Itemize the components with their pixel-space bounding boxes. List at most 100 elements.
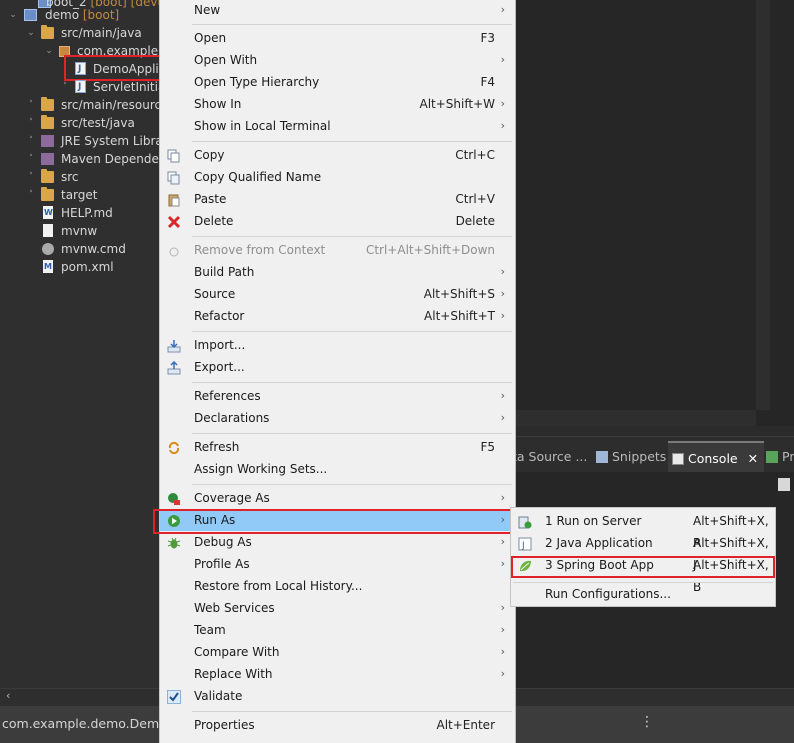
tree-item-target[interactable]: ˃ target [0,186,162,204]
menu-separator [192,711,512,712]
folder-icon [41,187,54,201]
horizontal-scrollbar[interactable] [516,410,756,426]
menu-item-label: Properties [194,718,255,732]
submenu-arrow-icon: › [500,309,505,322]
menu-item-team[interactable]: Team › [160,619,515,641]
menu-item-validate[interactable]: Validate [160,685,515,707]
menu-item-debug-as[interactable]: Debug As › [160,531,515,553]
menu-separator [192,331,512,332]
menu-item-paste[interactable]: Paste Ctrl+V [160,188,515,210]
menu-item-restore-local-history[interactable]: Restore from Local History... [160,575,515,597]
menu-item-delete[interactable]: Delete Delete [160,210,515,232]
submenu-arrow-icon: › [500,491,505,504]
tree-item-pom-xml[interactable]: pom.xml [0,258,162,276]
collapse-icon[interactable]: ˃ [26,150,36,168]
markdown-file-icon [43,204,53,222]
collapse-icon[interactable]: ˃ [26,186,36,204]
tree-item-maven-dependencies[interactable]: ˃ Maven Dependencies [0,150,162,168]
collapse-icon[interactable]: ˃ [26,132,36,150]
submenu-arrow-icon: › [500,667,505,680]
menu-item-new[interactable]: New › [160,0,515,21]
tree-item-jre-library[interactable]: ˃ JRE System Library [0,132,162,150]
submenu-item-run-configurations[interactable]: Run Configurations... [511,583,775,605]
tree-item-src-main-resources[interactable]: ˃ src/main/resources [0,96,162,114]
tree-item-mvnw[interactable]: mvnw [0,222,162,240]
tree-label: demo [45,8,80,22]
debug-icon [167,535,181,549]
menu-item-compare-with[interactable]: Compare With › [160,641,515,663]
menu-item-remove-from-context[interactable]: Remove from Context Ctrl+Alt+Shift+Down [160,239,515,261]
tab-label: Snippets [612,449,667,464]
menu-item-properties[interactable]: Properties Alt+Enter [160,714,515,736]
tree-item-help-md[interactable]: HELP.md [0,204,162,222]
tree-label: pom.xml [61,260,114,274]
scroll-left-icon[interactable]: ‹ [6,689,10,702]
menu-item-profile-as[interactable]: Profile As › [160,553,515,575]
tree-item-src-test-java[interactable]: ˃ src/test/java [0,114,162,132]
collapse-icon[interactable]: ˃ [60,78,70,96]
menu-item-open[interactable]: Open F3 [160,27,515,49]
tree-item-servlet-initializer[interactable]: ˃ ServletInitializer.java [0,78,162,96]
menu-item-label: References [194,389,261,403]
library-icon [41,153,54,165]
tab-progress[interactable]: Pr [766,447,794,469]
delete-icon [167,214,181,229]
expand-icon[interactable]: ⌄ [26,24,36,42]
tree-label: HELP.md [61,206,113,220]
collapse-icon[interactable]: ˃ [26,96,36,114]
menu-item-label: Replace With [194,667,273,681]
tree-item-src[interactable]: ˃ src [0,168,162,186]
menu-item-coverage-as[interactable]: Coverage As › [160,487,515,509]
menu-item-refactor[interactable]: Refactor Alt+Shift+T › [160,305,515,327]
vertical-scrollbar[interactable] [756,0,770,410]
console-icon [672,453,684,465]
menu-item-show-in[interactable]: Show In Alt+Shift+W › [160,93,515,115]
menu-separator [192,484,512,485]
paste-icon [167,192,181,207]
menu-item-label: Profile As [194,557,250,571]
menu-item-import[interactable]: Import... [160,334,515,356]
menu-item-open-type-hierarchy[interactable]: Open Type Hierarchy F4 [160,71,515,93]
expand-icon[interactable]: ⌄ [8,6,18,24]
menu-item-source[interactable]: Source Alt+Shift+S › [160,283,515,305]
menu-item-copy[interactable]: Copy Ctrl+C [160,144,515,166]
menu-item-label: Compare With [194,645,280,659]
expand-icon[interactable]: ⌄ [44,42,54,60]
tree-item-mvnw-cmd[interactable]: mvnw.cmd [0,240,162,258]
menu-item-label: Refresh [194,440,240,454]
submenu-arrow-icon: › [500,3,505,16]
menu-item-references[interactable]: References › [160,385,515,407]
menu-item-copy-qualified-name[interactable]: Copy Qualified Name [160,166,515,188]
menu-item-label: Copy [194,148,225,162]
menu-item-show-in-local-terminal[interactable]: Show in Local Terminal › [160,115,515,137]
tab-data-source-explorer[interactable]: ta Source ... [512,447,587,469]
menu-item-label: Restore from Local History... [194,579,363,593]
annotation-highlight-box [511,556,775,578]
close-icon[interactable]: ✕ [748,451,758,466]
menu-item-label: Team [194,623,226,637]
tree-item-src-main-java[interactable]: ⌄ src/main/java [0,24,162,42]
menu-item-label: Assign Working Sets... [194,462,328,476]
run-as-submenu: 1 Run on Server Alt+Shift+X, R J 2 Java Ap… [510,507,776,607]
collapse-icon[interactable]: ˃ [26,114,36,132]
menu-item-build-path[interactable]: Build Path › [160,261,515,283]
menu-item-open-with[interactable]: Open With › [160,49,515,71]
submenu-arrow-icon: › [500,97,505,110]
tab-snippets[interactable]: Snippets [596,447,666,469]
submenu-item-label: 1 Run on Server [545,514,642,528]
menu-item-declarations[interactable]: Declarations › [160,407,515,429]
submenu-arrow-icon: › [500,389,505,402]
menu-item-web-services[interactable]: Web Services › [160,597,515,619]
menu-shortcut: Alt+Shift+T [424,309,495,323]
menu-item-assign-working-sets[interactable]: Assign Working Sets... [160,458,515,480]
menu-item-replace-with[interactable]: Replace With › [160,663,515,685]
submenu-item-run-on-server[interactable]: 1 Run on Server Alt+Shift+X, R [511,510,775,550]
menu-item-export[interactable]: Export... [160,356,515,378]
submenu-item-java-application[interactable]: J2 Java Application Alt+Shift+X, J [511,532,775,572]
tab-console[interactable]: Console ✕ [668,441,765,473]
status-grip-icon[interactable]: ⋮ [640,714,654,730]
collapse-icon[interactable]: ˃ [26,168,36,186]
menu-item-refresh[interactable]: Refresh F5 [160,436,515,458]
tree-label: src/main/resources [61,98,162,112]
console-toolbar-icon[interactable] [778,478,790,491]
